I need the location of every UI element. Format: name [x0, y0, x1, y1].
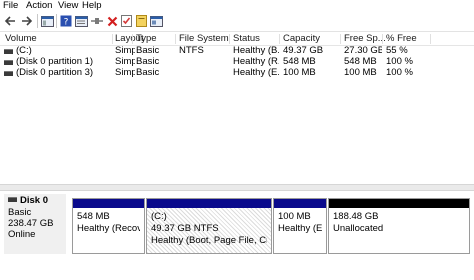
connect-icon[interactable] — [90, 14, 104, 28]
volume-file-system — [179, 57, 227, 67]
disk-name: Disk 0 — [20, 195, 48, 206]
disk-status: Online — [8, 229, 36, 240]
console-tree-icon[interactable] — [40, 14, 54, 28]
column-header-percent-free[interactable]: % Free — [386, 33, 417, 45]
volume-capacity: 548 MB — [283, 57, 316, 67]
table-row[interactable]: (C:) Simple Basic NTFS Healthy (B... 49.… — [0, 46, 474, 56]
volume-icon — [4, 71, 13, 76]
partition-status: Unallocated — [333, 223, 384, 234]
table-row[interactable]: (Disk 0 partition 3) Simple Basic Health… — [0, 68, 474, 78]
delete-icon[interactable] — [105, 14, 119, 28]
partition-unallocated[interactable]: 188.48 GB Unallocated — [328, 198, 470, 254]
column-header-file-system[interactable]: File System — [179, 33, 229, 45]
disk-icon — [8, 197, 17, 202]
volume-type: Basic — [136, 57, 160, 67]
volume-file-system — [179, 68, 227, 78]
column-header-volume[interactable]: Volume — [5, 33, 37, 45]
toolbar-separator — [37, 14, 38, 28]
menu-action[interactable]: Action — [26, 0, 52, 11]
list-header: Volume Layout Type File System Status Ca… — [0, 33, 474, 46]
partition-band — [274, 199, 326, 208]
volume-layout: Simple — [115, 46, 135, 56]
volume-layout: Simple — [115, 68, 135, 78]
toolbar-separator — [56, 14, 57, 28]
menu-bar: File Action View Help — [0, 0, 474, 11]
table-row[interactable]: (Disk 0 partition 1) Simple Basic Health… — [0, 57, 474, 67]
partition-band — [73, 199, 144, 208]
volume-percent-free: 100 % — [386, 57, 413, 67]
rescan-icon[interactable] — [149, 14, 163, 28]
menu-help[interactable]: Help — [82, 0, 102, 11]
svg-text:?: ? — [64, 18, 69, 28]
volume-percent-free: 100 % — [386, 68, 413, 78]
partition-status: Healthy (Boot, Page File, Crash Dur — [151, 235, 267, 246]
disk-info[interactable]: Disk 0 Basic 238.47 GB Online — [4, 194, 66, 254]
disk-type: Basic — [8, 207, 32, 218]
volume-file-system: NTFS — [179, 46, 204, 56]
volume-capacity: 49.37 GB — [283, 46, 324, 56]
column-separator — [340, 34, 341, 44]
volume-status: Healthy (B... — [233, 46, 279, 56]
volume-name: (Disk 0 partition 3) — [16, 68, 94, 78]
volume-free-space: 100 MB — [344, 68, 377, 78]
disk-map-panel: Disk 0 Basic 238.47 GB Online 548 MB Hea… — [0, 191, 474, 280]
partition-band — [147, 199, 271, 208]
column-header-capacity[interactable]: Capacity — [283, 33, 320, 45]
back-arrow-icon[interactable] — [3, 14, 17, 28]
disk-size: 238.47 GB — [8, 218, 54, 229]
partition-size: 100 MB — [278, 211, 311, 222]
partition-label: (C:) — [151, 211, 167, 222]
column-separator — [112, 34, 113, 44]
volume-list: Volume Layout Type File System Status Ca… — [0, 33, 474, 183]
partition-status: Healthy (Recovery — [77, 223, 140, 234]
forward-arrow-icon[interactable] — [20, 14, 34, 28]
volume-name: (Disk 0 partition 1) — [16, 57, 94, 67]
menu-file[interactable]: File — [3, 0, 18, 11]
partition-size: 49.37 GB NTFS — [151, 223, 219, 234]
volume-icon — [4, 60, 13, 65]
column-header-status[interactable]: Status — [233, 33, 260, 45]
properties-icon[interactable] — [74, 14, 88, 28]
partition-status: Healthy (EFI S — [278, 223, 322, 234]
volume-icon — [4, 49, 13, 54]
volume-free-space: 548 MB — [344, 57, 377, 67]
partition-efi[interactable]: 100 MB Healthy (EFI S — [273, 198, 327, 254]
pane-splitter[interactable] — [0, 184, 474, 191]
check-icon[interactable] — [119, 14, 133, 28]
column-separator — [132, 34, 133, 44]
menu-view[interactable]: View — [58, 0, 78, 11]
toolbar: ? — [0, 11, 474, 32]
volume-capacity: 100 MB — [283, 68, 316, 78]
volume-type: Basic — [136, 46, 160, 56]
partition-size: 548 MB — [77, 211, 110, 222]
help-icon[interactable]: ? — [59, 14, 73, 28]
column-separator — [229, 34, 230, 44]
column-header-type[interactable]: Type — [136, 33, 157, 45]
column-separator — [279, 34, 280, 44]
volume-free-space: 27.30 GB — [344, 46, 382, 56]
volume-name: (C:) — [16, 46, 32, 56]
partition-recovery[interactable]: 548 MB Healthy (Recovery — [72, 198, 145, 254]
column-header-free-space[interactable]: Free Sp... — [344, 33, 386, 45]
new-icon[interactable] — [134, 14, 148, 28]
partition-c[interactable]: (C:) 49.37 GB NTFS Healthy (Boot, Page F… — [146, 198, 272, 254]
volume-status: Healthy (R... — [233, 57, 279, 67]
partition-band — [329, 199, 469, 208]
volume-status: Healthy (E... — [233, 68, 279, 78]
volume-percent-free: 55 % — [386, 46, 408, 56]
column-separator — [382, 34, 383, 44]
column-separator — [430, 34, 431, 44]
partition-size: 188.48 GB — [333, 211, 379, 222]
volume-layout: Simple — [115, 57, 135, 67]
volume-type: Basic — [136, 68, 160, 78]
column-separator — [175, 34, 176, 44]
